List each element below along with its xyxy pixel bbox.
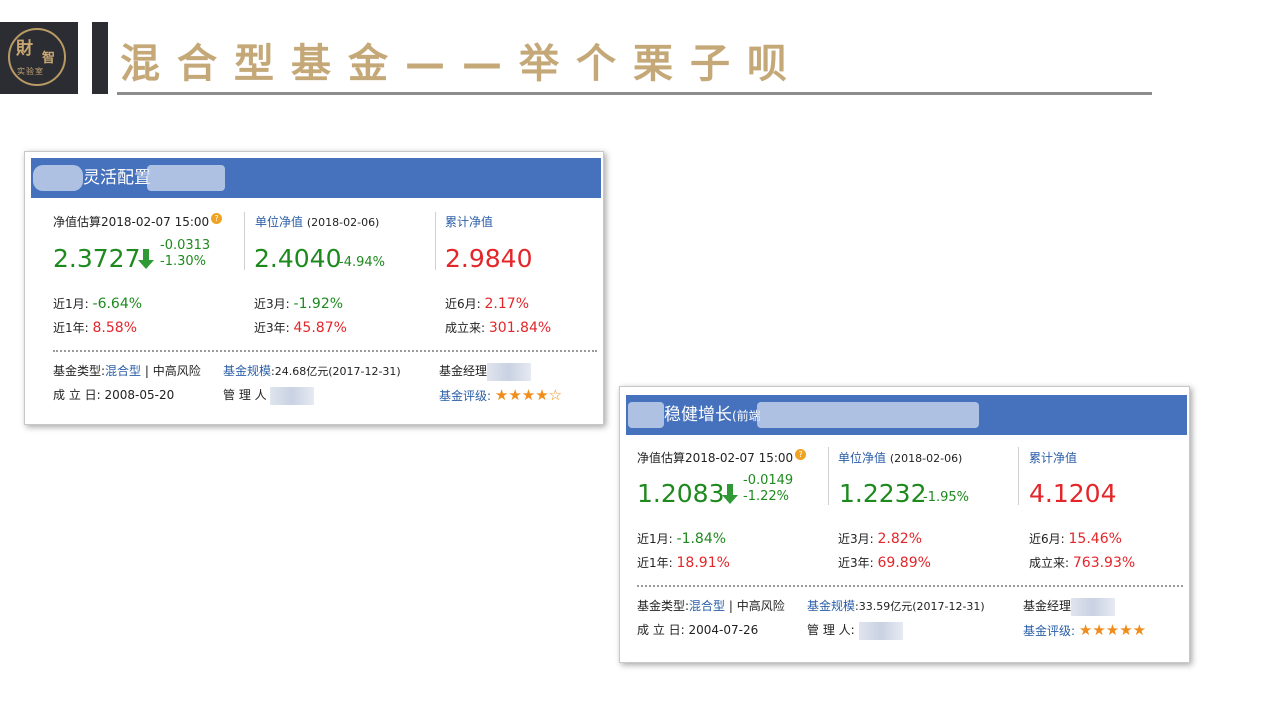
perf-inception: 成立来: 301.84% (445, 320, 552, 336)
fund-rating: 基金评级: ★★★★★ (1023, 621, 1147, 639)
fund-scale: 基金规模:24.68亿元(2017-12-31) (223, 364, 401, 378)
fund-rating: 基金评级: ★★★★☆ (439, 386, 563, 404)
estimate-value: 1.2083 (637, 479, 725, 508)
perf-1m: 近1月: -1.84% (637, 531, 727, 547)
title-underline (117, 92, 1152, 95)
down-arrow-icon (722, 484, 738, 504)
perf-6m: 近6月: 15.46% (1029, 531, 1122, 547)
estimate-label: 净值估算2018-02-07 15:00? (637, 449, 807, 466)
fund-card-2: 稳健增长(前端 净值估算2018-02-07 15:00? 1.2083 -0.… (619, 386, 1190, 663)
info-icon[interactable]: ? (211, 213, 223, 224)
perf-3y: 近3年: 69.89% (838, 555, 931, 571)
down-arrow-icon (138, 249, 154, 269)
perf-3y: 近3年: 45.87% (254, 320, 347, 336)
fund-name-mask (628, 402, 664, 428)
divider (828, 447, 829, 505)
cum-nav-value: 2.9840 (445, 244, 533, 273)
found-date: 成 立 日: 2004-07-26 (637, 623, 759, 637)
estimate-change: -0.0313 (160, 238, 211, 253)
fund-name-mask-2 (147, 165, 225, 191)
rating-stars-icon: ★★★★★ (1078, 621, 1147, 639)
dotted-divider (637, 585, 1183, 587)
fund-name-mask (33, 165, 83, 191)
estimate-pct: -1.30% (160, 254, 206, 269)
fund-name[interactable]: 灵活配置 (83, 168, 151, 188)
fund-name[interactable]: 稳健增长 (664, 405, 732, 425)
fund-scale: 基金规模:33.59亿元(2017-12-31) (807, 599, 985, 613)
fund-admin: 管 理 人 (223, 386, 315, 405)
logo-subtitle: 实验室 (17, 67, 44, 76)
page-title: 混合型基金——举个栗子呗 (120, 41, 804, 87)
perf-1y: 近1年: 8.58% (53, 320, 137, 336)
fund-admin: 管 理 人: (807, 621, 903, 640)
fund-manager: 基金经理 (439, 362, 532, 381)
rating-stars-icon: ★★★★☆ (494, 386, 563, 404)
logo-side-char: 智 (42, 51, 56, 66)
perf-1y: 近1年: 18.91% (637, 555, 730, 571)
unit-nav-label: 单位净值 (2018-02-06) (255, 215, 380, 229)
cum-nav-value: 4.1204 (1029, 479, 1117, 508)
perf-3m: 近3月: 2.82% (838, 531, 922, 547)
cum-nav-label: 累计净值 (1029, 451, 1078, 465)
fund-card-header: 灵活配置 (31, 158, 601, 198)
perf-3m: 近3月: -1.92% (254, 296, 344, 312)
logo-main-char: 財 (16, 39, 34, 59)
admin-mask (270, 386, 315, 405)
title-accent-bar (92, 22, 108, 94)
admin-mask (858, 621, 903, 640)
fund-name-mask-2 (756, 402, 979, 428)
estimate-pct: -1.22% (743, 489, 789, 504)
unit-nav-value: 2.4040 (254, 244, 342, 273)
fund-type: 基金类型:混合型 | 中高风险 (637, 599, 785, 613)
dotted-divider (53, 350, 597, 352)
fund-type: 基金类型:混合型 | 中高风险 (53, 364, 201, 378)
unit-nav-value: 1.2232 (839, 479, 927, 508)
found-date: 成 立 日: 2008-05-20 (53, 388, 175, 402)
perf-1m: 近1月: -6.64% (53, 296, 143, 312)
perf-inception: 成立来: 763.93% (1029, 555, 1136, 571)
fund-manager: 基金经理 (1023, 597, 1116, 616)
unit-nav-label: 单位净值 (2018-02-06) (838, 451, 963, 465)
manager-mask (1071, 597, 1116, 616)
estimate-label: 净值估算2018-02-07 15:00? (53, 213, 223, 230)
logo: 財 智 实验室 (0, 22, 78, 94)
unit-nav-pct: -4.94% (339, 255, 385, 270)
estimate-change: -0.0149 (743, 473, 794, 488)
divider (244, 212, 245, 270)
info-icon[interactable]: ? (795, 449, 807, 460)
perf-6m: 近6月: 2.17% (445, 296, 529, 312)
unit-nav-pct: -1.95% (923, 490, 969, 505)
divider (435, 212, 436, 270)
fund-card-1: 灵活配置 净值估算2018-02-07 15:00? 2.3727 -0.031… (24, 151, 604, 425)
estimate-value: 2.3727 (53, 244, 141, 273)
manager-mask (487, 362, 532, 381)
fund-card-header: 稳健增长(前端 (626, 395, 1187, 435)
divider (1018, 447, 1019, 505)
cum-nav-label: 累计净值 (445, 215, 494, 229)
